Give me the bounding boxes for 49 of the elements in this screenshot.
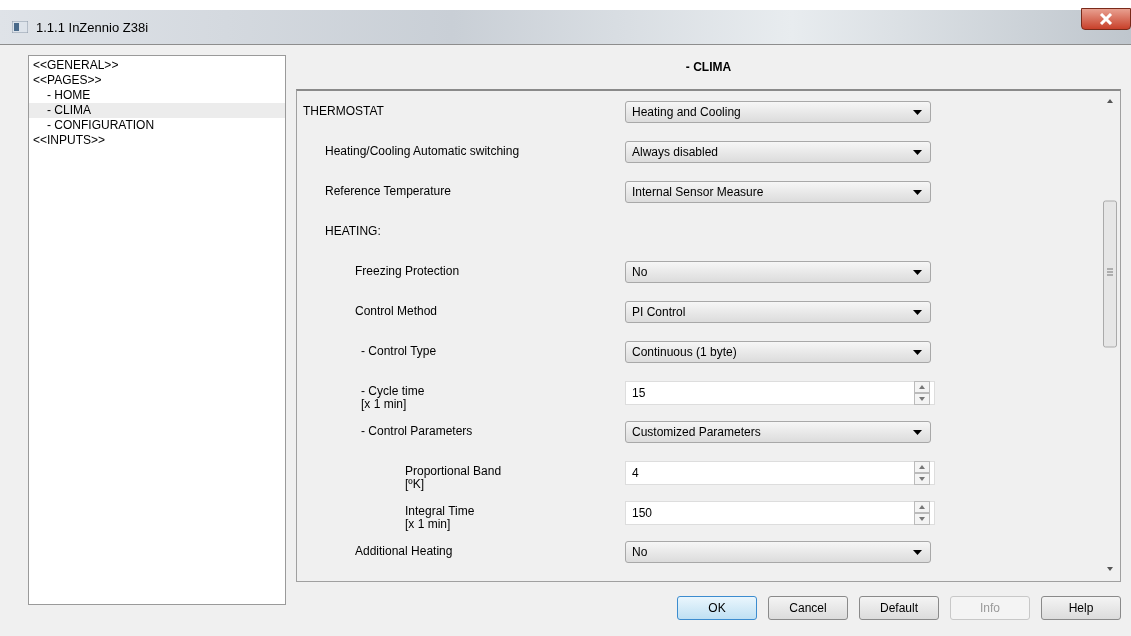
caret-icon: [913, 109, 922, 115]
caret-icon: [913, 189, 922, 195]
caret-icon: [913, 549, 922, 555]
caret-icon: [913, 429, 922, 435]
close-icon: [1099, 13, 1113, 25]
parameter-label: Heating/Cooling Automatic switching: [325, 145, 520, 158]
caret-icon: [913, 149, 922, 155]
dropdown[interactable]: No: [625, 541, 931, 563]
tree-item[interactable]: <<PAGES>>: [29, 73, 285, 88]
parameter-label: Reference Temperature: [325, 185, 451, 198]
dropdown[interactable]: Always disabled: [625, 141, 931, 163]
dropdown[interactable]: Heating and Cooling: [625, 101, 931, 123]
dialog-button[interactable]: Default: [859, 596, 939, 620]
tree-item[interactable]: - HOME: [29, 88, 285, 103]
dialog-button[interactable]: Help: [1041, 596, 1121, 620]
parameter-label: - Cycle time: [361, 385, 425, 398]
parameter-label: Control Method: [355, 305, 438, 318]
dropdown[interactable]: Continuous (1 byte): [625, 341, 931, 363]
tree-item[interactable]: - CONFIGURATION: [29, 118, 285, 133]
dialog-button[interactable]: Cancel: [768, 596, 848, 620]
parameter-label: Integral Time: [405, 505, 475, 518]
dropdown[interactable]: No: [625, 261, 931, 283]
page-title: - CLIMA: [684, 59, 733, 76]
parameter-label: Freezing Protection: [355, 265, 460, 278]
unit-label: [ºK]: [405, 478, 425, 491]
parameter-label: HEATING:: [325, 225, 381, 238]
close-button[interactable]: [1081, 8, 1131, 30]
tree-item[interactable]: <<GENERAL>>: [29, 58, 285, 73]
spin-buttons[interactable]: [914, 461, 930, 485]
tree-item[interactable]: - CLIMA: [29, 103, 285, 118]
unit-label: [x 1 min]: [405, 518, 451, 531]
tree-item[interactable]: <<INPUTS>>: [29, 133, 285, 148]
parameter-label: - Control Parameters: [361, 425, 473, 438]
dialog-button[interactable]: OK: [677, 596, 757, 620]
parameter-label: Additional Heating: [355, 545, 453, 558]
spin-buttons[interactable]: [914, 381, 930, 405]
dropdown[interactable]: PI Control: [625, 301, 931, 323]
window-icon: [12, 21, 28, 33]
dropdown[interactable]: Internal Sensor Measure: [625, 181, 931, 203]
parameter-label: THERMOSTAT: [303, 105, 384, 118]
dropdown[interactable]: Customized Parameters: [625, 421, 931, 443]
caret-icon: [913, 309, 922, 315]
window-title: 1.1.1 InZennio Z38i: [36, 19, 149, 35]
spin-buttons[interactable]: [914, 501, 930, 525]
caret-icon: [913, 269, 922, 275]
parameter-label: Proportional Band: [405, 465, 502, 478]
caret-icon: [913, 349, 922, 355]
unit-label: [x 1 min]: [361, 398, 407, 411]
parameter-label: - Control Type: [361, 345, 437, 358]
